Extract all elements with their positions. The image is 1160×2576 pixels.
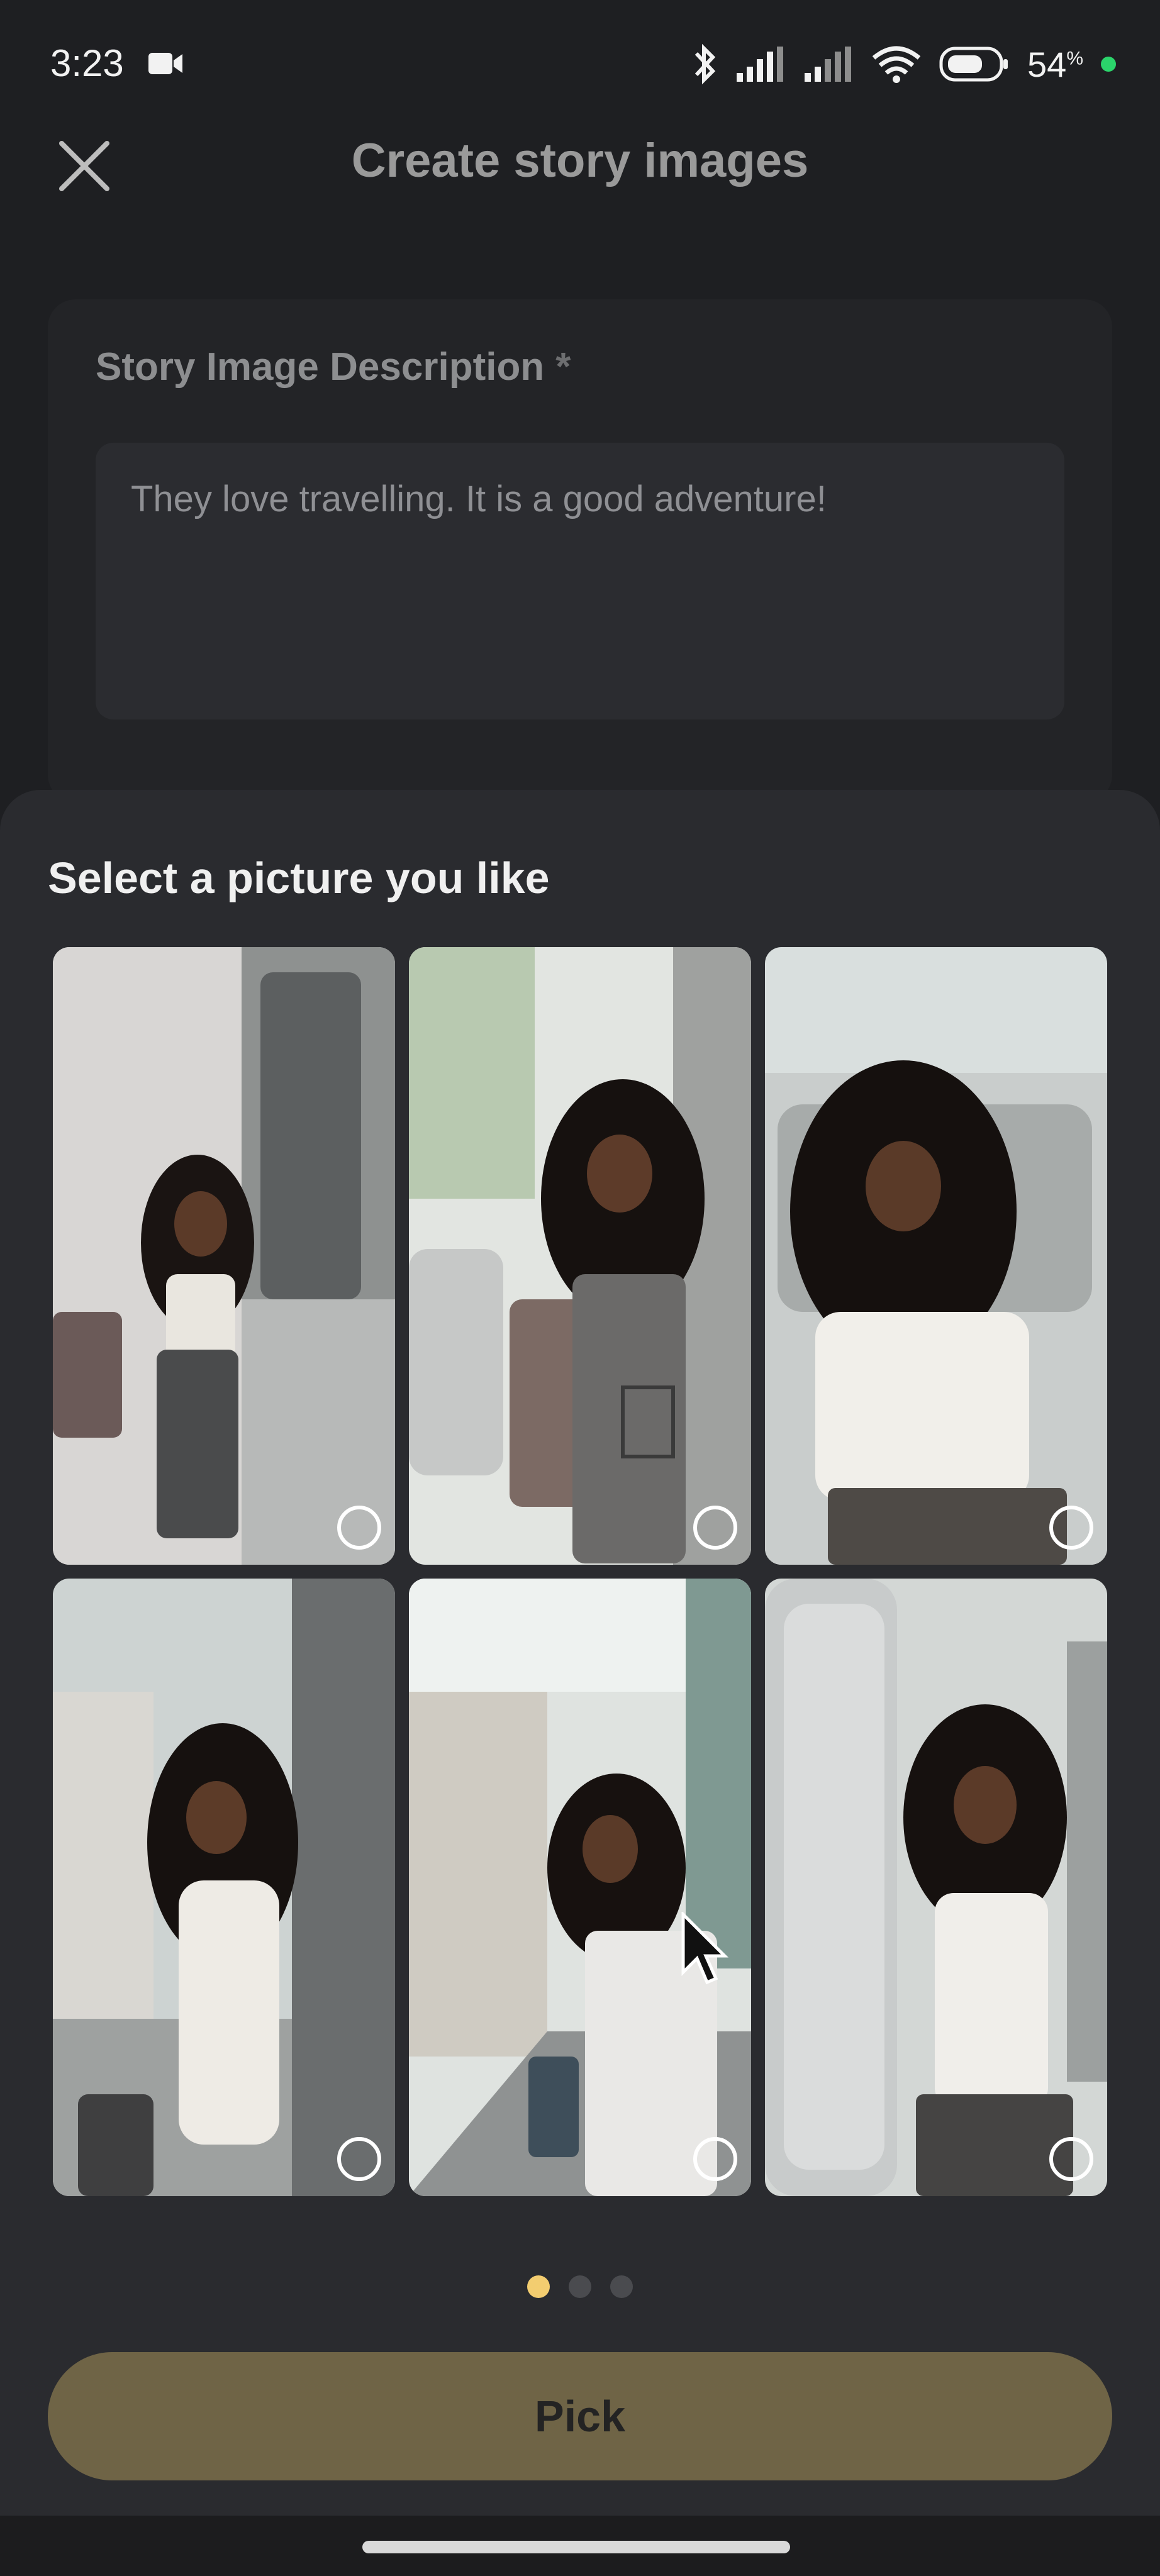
select-radio-2[interactable] bbox=[693, 1506, 737, 1550]
picture-picker-sheet: Select a picture you like Pick bbox=[0, 790, 1160, 2576]
battery-level: 54% bbox=[1027, 44, 1083, 84]
status-time: 3:23 bbox=[50, 42, 124, 84]
story-image-option-6[interactable] bbox=[765, 1579, 1107, 2196]
description-label: Story Image Description * bbox=[96, 345, 571, 389]
pick-button[interactable]: Pick bbox=[48, 2352, 1112, 2480]
select-radio-1[interactable] bbox=[337, 1506, 381, 1550]
description-value: They love travelling. It is a good adven… bbox=[131, 479, 827, 519]
story-image-illustration bbox=[409, 1579, 751, 2196]
mouse-pointer-icon bbox=[681, 1912, 729, 1985]
story-image-option-4[interactable] bbox=[53, 1579, 395, 2196]
story-image-illustration bbox=[409, 947, 751, 1565]
picker-title: Select a picture you like bbox=[48, 853, 550, 902]
signal-icon bbox=[737, 47, 784, 82]
story-image-illustration bbox=[53, 1579, 395, 2196]
page-title: Create story images bbox=[351, 134, 809, 187]
wifi-icon bbox=[872, 46, 921, 83]
page-dot-1[interactable] bbox=[527, 2275, 550, 2298]
description-card: Story Image Description * They love trave… bbox=[48, 299, 1112, 802]
status-bar: 3:23 54% bbox=[0, 0, 1160, 132]
select-radio-6[interactable] bbox=[1049, 2137, 1093, 2181]
video-camera-icon bbox=[148, 53, 182, 74]
story-image-illustration bbox=[765, 1579, 1107, 2196]
bluetooth-icon bbox=[694, 43, 716, 85]
story-image-illustration bbox=[765, 947, 1107, 1565]
page-indicator bbox=[0, 2275, 1160, 2298]
select-radio-3[interactable] bbox=[1049, 1506, 1093, 1550]
home-gesture-bar[interactable] bbox=[362, 2541, 790, 2553]
select-radio-4[interactable] bbox=[337, 2137, 381, 2181]
required-asterisk: * bbox=[555, 345, 571, 389]
story-image-option-1[interactable] bbox=[53, 947, 395, 1565]
privacy-indicator-dot bbox=[1101, 57, 1116, 72]
story-image-option-3[interactable] bbox=[765, 947, 1107, 1565]
story-image-option-2[interactable] bbox=[409, 947, 751, 1565]
story-image-option-5[interactable] bbox=[409, 1579, 751, 2196]
select-radio-5[interactable] bbox=[693, 2137, 737, 2181]
story-image-illustration bbox=[53, 947, 395, 1565]
signal-icon bbox=[805, 47, 852, 82]
battery-icon bbox=[939, 47, 1008, 82]
description-input[interactable]: They love travelling. It is a good adven… bbox=[96, 443, 1064, 719]
page-dot-3[interactable] bbox=[610, 2275, 633, 2298]
page-dot-2[interactable] bbox=[569, 2275, 591, 2298]
